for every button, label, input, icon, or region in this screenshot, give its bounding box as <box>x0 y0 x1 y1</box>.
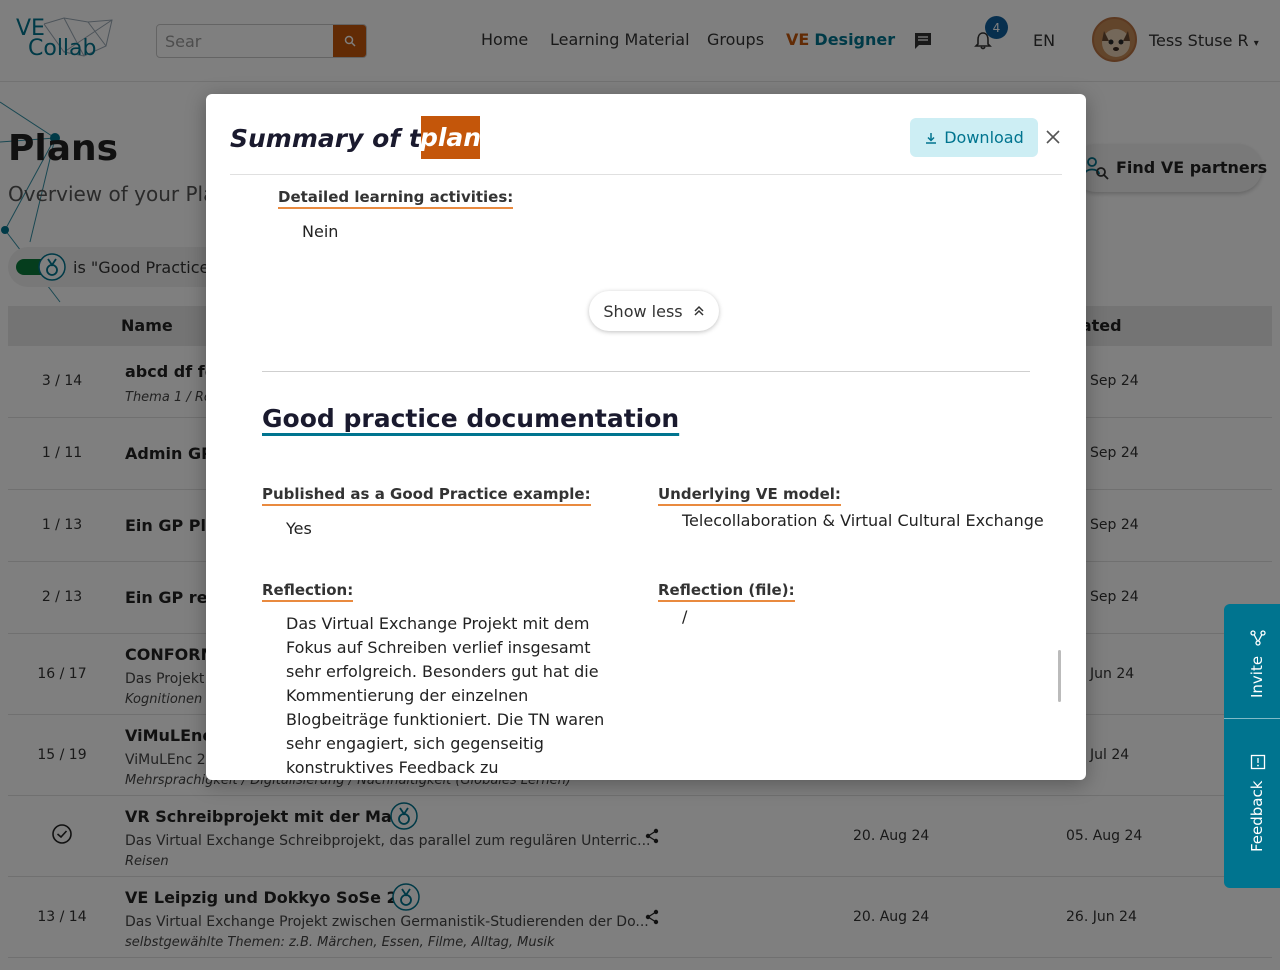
reflection-value: Das Virtual Exchange Projekt mit dem Fok… <box>286 614 605 777</box>
download-icon <box>926 132 937 144</box>
ve-model-label: Underlying VE model: <box>658 485 841 506</box>
section-divider <box>262 371 1030 372</box>
published-value: Yes <box>286 519 312 538</box>
modal-scrollbar[interactable] <box>1058 650 1061 702</box>
feedback-icon <box>1250 754 1266 770</box>
invite-tab[interactable]: Invite <box>1248 656 1266 698</box>
download-button[interactable]: Download <box>910 118 1038 157</box>
plan-summary-modal: Summary of the plan Download Detailed le… <box>206 94 1086 780</box>
invite-share-icon <box>1250 630 1266 646</box>
section-title: Good practice documentation <box>262 404 680 433</box>
side-tab-divider <box>1224 718 1280 719</box>
close-icon[interactable] <box>1044 128 1062 146</box>
published-label: Published as a Good Practice example: <box>262 485 591 506</box>
detailed-activities-value: Nein <box>302 222 339 241</box>
modal-title-highlight: plan <box>420 116 481 159</box>
download-label: Download <box>944 128 1024 147</box>
ve-model-value: Telecollaboration & Virtual Cultural Exc… <box>682 511 1044 530</box>
reflection-file-label: Reflection (file): <box>658 581 795 602</box>
show-less-button[interactable]: Show less <box>589 291 719 331</box>
show-less-label: Show less <box>603 301 683 321</box>
detailed-activities-label: Detailed learning activities: <box>278 188 514 209</box>
reflection-label: Reflection: <box>262 581 354 602</box>
double-chevron-up-icon <box>694 305 704 316</box>
feedback-tab[interactable]: Feedback <box>1248 781 1266 852</box>
modal-header-divider <box>230 174 1062 175</box>
reflection-file-value: / <box>682 607 688 626</box>
